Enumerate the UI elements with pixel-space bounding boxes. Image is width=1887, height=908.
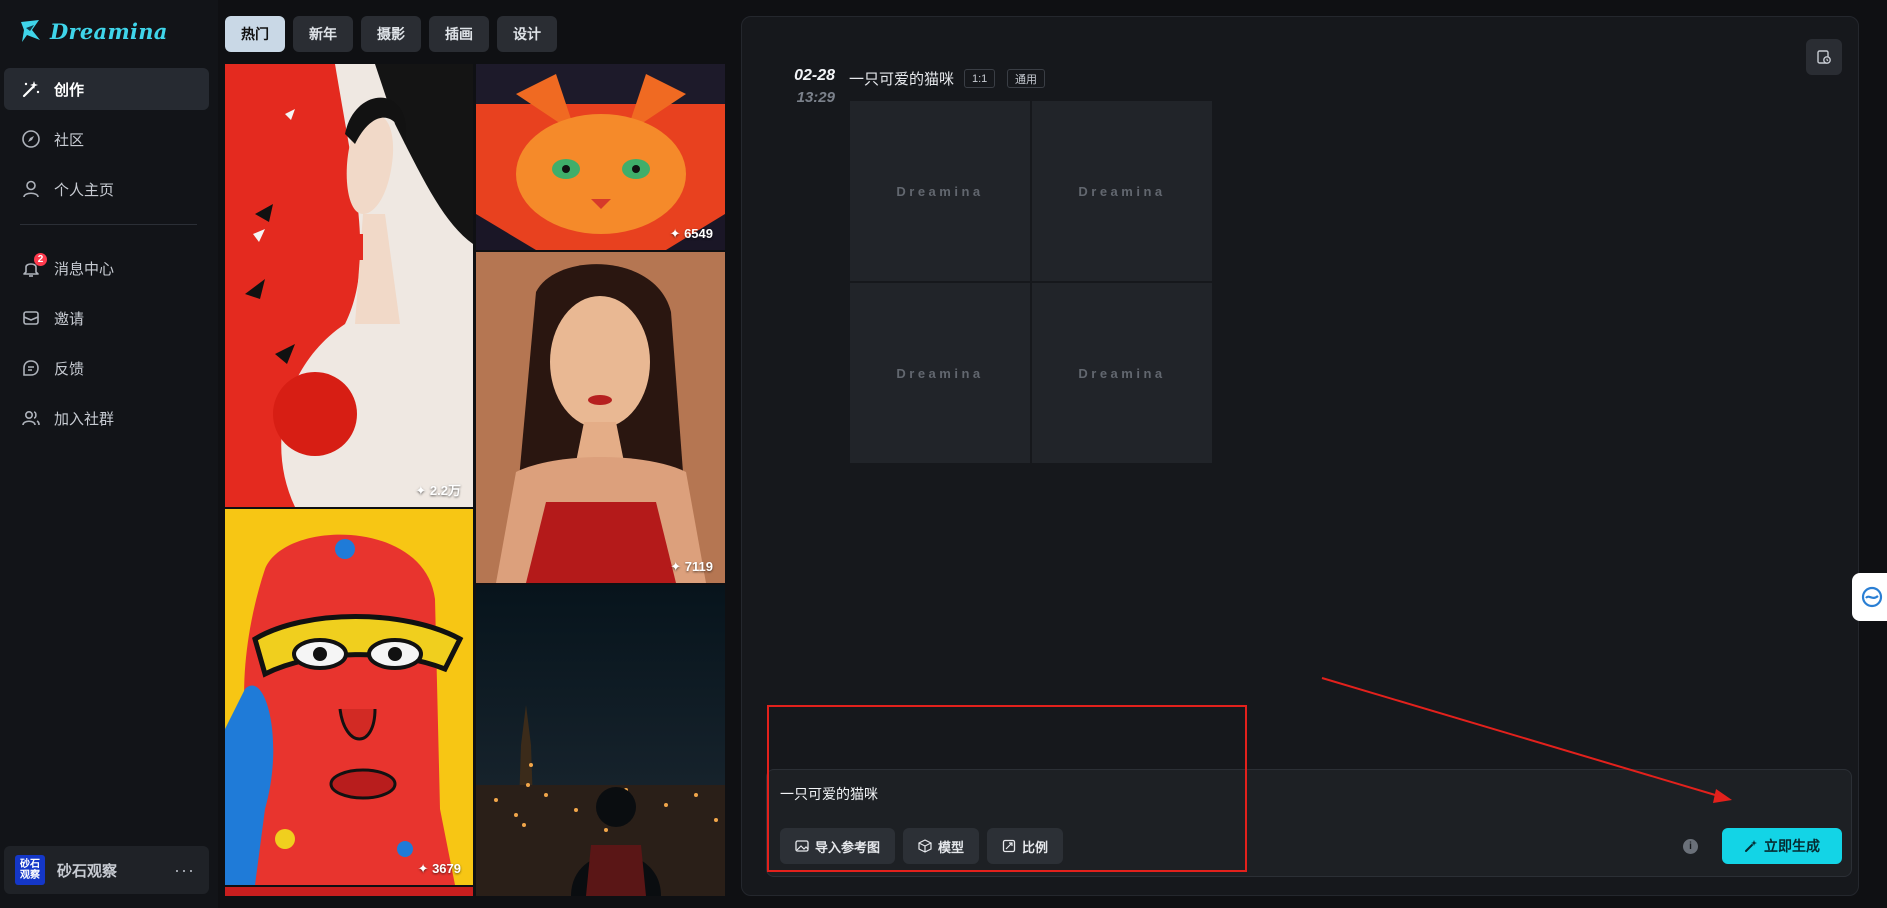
avatar: 砂石 观察 — [15, 855, 45, 885]
floating-assistant-widget[interactable] — [1852, 573, 1887, 621]
likes-count: ✦ 2.2万 — [415, 483, 461, 498]
gallery-tile[interactable]: ✦ 2.2万 — [225, 64, 473, 507]
likes-count: ✦ 6549 — [669, 226, 713, 241]
sidebar-nav: 创作 社区 个人主页 2 消息中心 邀请 反馈 加入社群 — [4, 68, 209, 447]
sidebar-item-join-group[interactable]: 加入社群 — [4, 397, 209, 439]
sidebar-item-label: 个人主页 — [54, 181, 115, 199]
sidebar: Dreamina 创作 社区 个人主页 2 消息中心 邀请 反馈 加入社群 砂石… — [0, 0, 218, 908]
sidebar-item-label: 消息中心 — [54, 260, 115, 278]
dreamina-logo-icon — [21, 20, 40, 42]
generate-label: 立即生成 — [1764, 838, 1820, 854]
artwork-city-night — [476, 585, 725, 896]
sidebar-item-label: 创作 — [54, 81, 85, 99]
logo-text: Dreamina — [50, 18, 168, 44]
username: 砂石观察 — [57, 862, 118, 880]
history-icon — [1817, 50, 1831, 64]
generate-button[interactable]: 立即生成 — [1722, 828, 1842, 864]
record-prompt: 一只可爱的猫咪 — [849, 71, 955, 88]
tab-new-year[interactable]: 新年 — [293, 16, 353, 52]
artwork-woman-portrait — [476, 252, 725, 583]
user-icon — [20, 178, 42, 200]
likes-count: ✦ 3679 — [417, 861, 461, 876]
gallery-tile[interactable]: ✦ 3679 — [225, 509, 473, 885]
mail-icon — [20, 307, 42, 329]
ratio-tag: 1:1 — [964, 69, 996, 88]
category-tabs: 热门 新年 摄影 插画 设计 — [225, 16, 557, 52]
gallery: ✦ 2.2万 ✦ 6549 ✦ 7119 ✦ 3679 — [225, 64, 725, 896]
gallery-tile[interactable]: ✦ 6549 — [476, 64, 725, 250]
history-button[interactable] — [1806, 39, 1842, 75]
sidebar-item-community[interactable]: 社区 — [4, 118, 209, 160]
magic-wand-icon — [20, 78, 42, 100]
gallery-tile[interactable]: ✦ 7119 — [476, 252, 725, 583]
generated-image-placeholder[interactable]: Dreamina — [1032, 283, 1212, 463]
sidebar-item-profile[interactable]: 个人主页 — [4, 168, 209, 210]
sidebar-item-label: 邀请 — [54, 310, 85, 328]
sidebar-item-create[interactable]: 创作 — [4, 68, 209, 110]
gallery-tile[interactable] — [476, 585, 725, 896]
tab-design[interactable]: 设计 — [497, 16, 557, 52]
sidebar-divider — [20, 224, 197, 225]
likes-count: ✦ 7119 — [670, 559, 713, 574]
notification-badge: 2 — [34, 253, 47, 266]
generated-image-grid: Dreamina Dreamina Dreamina Dreamina — [850, 101, 1212, 463]
user-account[interactable]: 砂石 观察 砂石观察 ··· — [4, 846, 209, 894]
magic-wand-icon — [1745, 840, 1757, 852]
sidebar-item-label: 反馈 — [54, 360, 85, 378]
artwork-pop-art-face — [225, 509, 473, 885]
tab-photography[interactable]: 摄影 — [361, 16, 421, 52]
sidebar-item-label: 加入社群 — [54, 410, 115, 428]
feedback-icon — [20, 357, 42, 379]
sidebar-item-feedback[interactable]: 反馈 — [4, 347, 209, 389]
group-icon — [20, 407, 42, 429]
sidebar-item-invite[interactable]: 邀请 — [4, 297, 209, 339]
generated-image-placeholder[interactable]: Dreamina — [850, 101, 1030, 281]
model-tag: 通用 — [1007, 69, 1045, 88]
artwork-cat — [476, 64, 725, 250]
artwork-woman-wings — [225, 64, 473, 507]
more-menu-icon[interactable]: ··· — [174, 860, 195, 881]
assistant-icon — [1861, 586, 1883, 608]
record-time: 13:29 — [796, 89, 835, 106]
tab-hot[interactable]: 热门 — [225, 16, 285, 52]
record-date: 02-28 — [794, 67, 835, 84]
logo[interactable]: Dreamina — [18, 18, 168, 44]
sidebar-item-label: 社区 — [54, 131, 85, 149]
sidebar-item-messages[interactable]: 2 消息中心 — [4, 247, 209, 289]
generated-image-placeholder[interactable]: Dreamina — [850, 283, 1030, 463]
tab-illustration[interactable]: 插画 — [429, 16, 489, 52]
info-icon[interactable]: i — [1683, 839, 1698, 854]
generated-image-placeholder[interactable]: Dreamina — [1032, 101, 1212, 281]
compass-icon — [20, 128, 42, 150]
gallery-tile[interactable] — [225, 887, 473, 896]
annotation-highlight-box — [767, 705, 1247, 872]
